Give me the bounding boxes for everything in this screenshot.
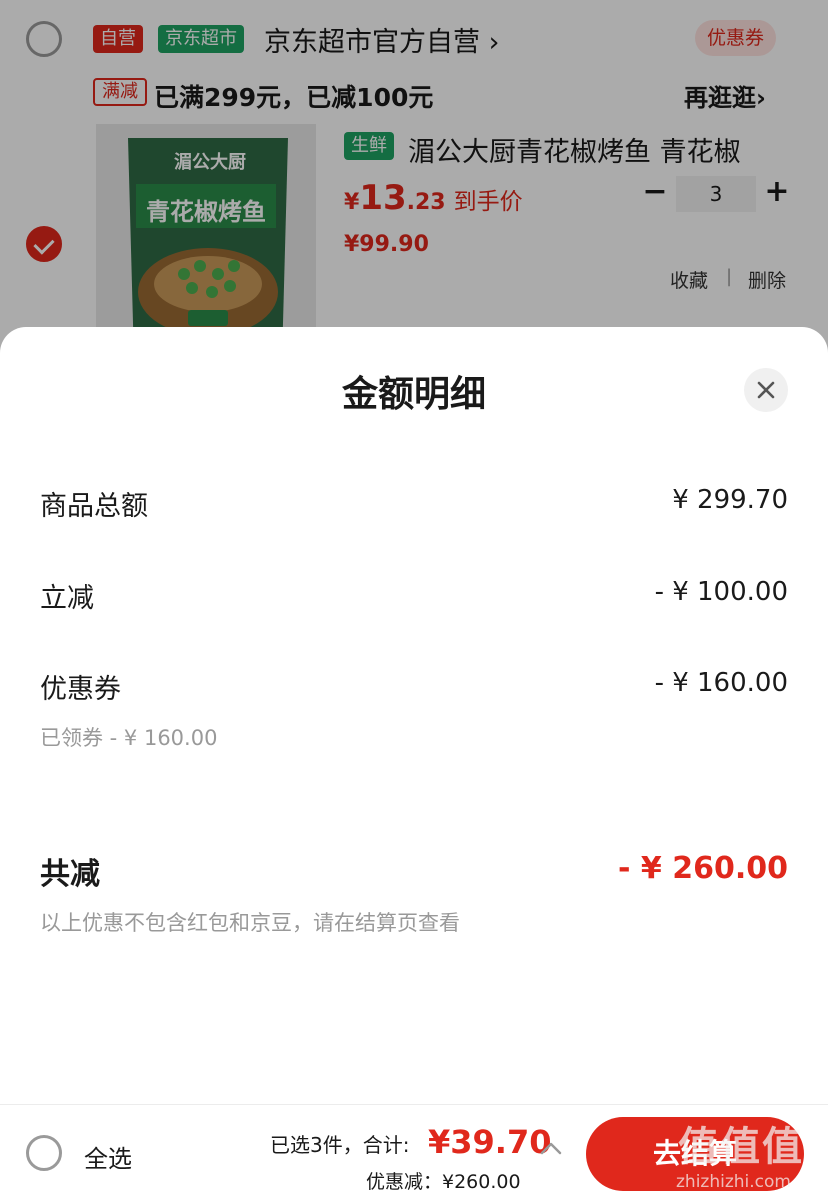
- close-icon: [757, 381, 775, 399]
- watermark-logo: 值值值: [678, 1124, 804, 1170]
- close-button[interactable]: [744, 368, 788, 412]
- coupon-note: 已领券 - ¥ 160.00: [40, 726, 218, 750]
- total-price: ¥39.70: [428, 1123, 552, 1161]
- selected-count: 已选3件，合计:: [270, 1133, 410, 1157]
- discount-summary: 优惠减：¥260.00: [366, 1171, 521, 1193]
- sheet-title: 金额明细: [341, 374, 486, 415]
- goods-total-label: 商品总额: [40, 491, 148, 522]
- watermark-url: zhizhizhi.com: [676, 1172, 791, 1192]
- select-all-radio[interactable]: [26, 1135, 62, 1171]
- coupon-value: - ¥ 160.00: [654, 668, 788, 698]
- total-discount-value: - ¥ 260.00: [618, 851, 788, 886]
- modal-overlay[interactable]: [0, 0, 828, 360]
- instant-discount-label: 立减: [40, 583, 94, 614]
- goods-total-value: ¥ 299.70: [672, 485, 788, 515]
- watermark: 值值值 zhizhizhi.com: [650, 1114, 828, 1199]
- total-discount-label: 共减: [40, 857, 100, 892]
- amount-detail-sheet: 金额明细 商品总额 ¥ 299.70 立减 - ¥ 100.00 优惠券 - ¥…: [0, 327, 828, 1105]
- cart-background: 自营 京东超市 京东超市官方自营 › 优惠券 满减 已满299元，已减100元 …: [0, 0, 828, 360]
- select-all-label[interactable]: 全选: [84, 1139, 132, 1174]
- coupon-label: 优惠券: [40, 674, 121, 705]
- chevron-up-icon[interactable]: [540, 1141, 562, 1155]
- instant-discount-value: - ¥ 100.00: [654, 577, 788, 607]
- discount-footnote: 以上优惠不包含红包和京豆，请在结算页查看: [40, 911, 460, 935]
